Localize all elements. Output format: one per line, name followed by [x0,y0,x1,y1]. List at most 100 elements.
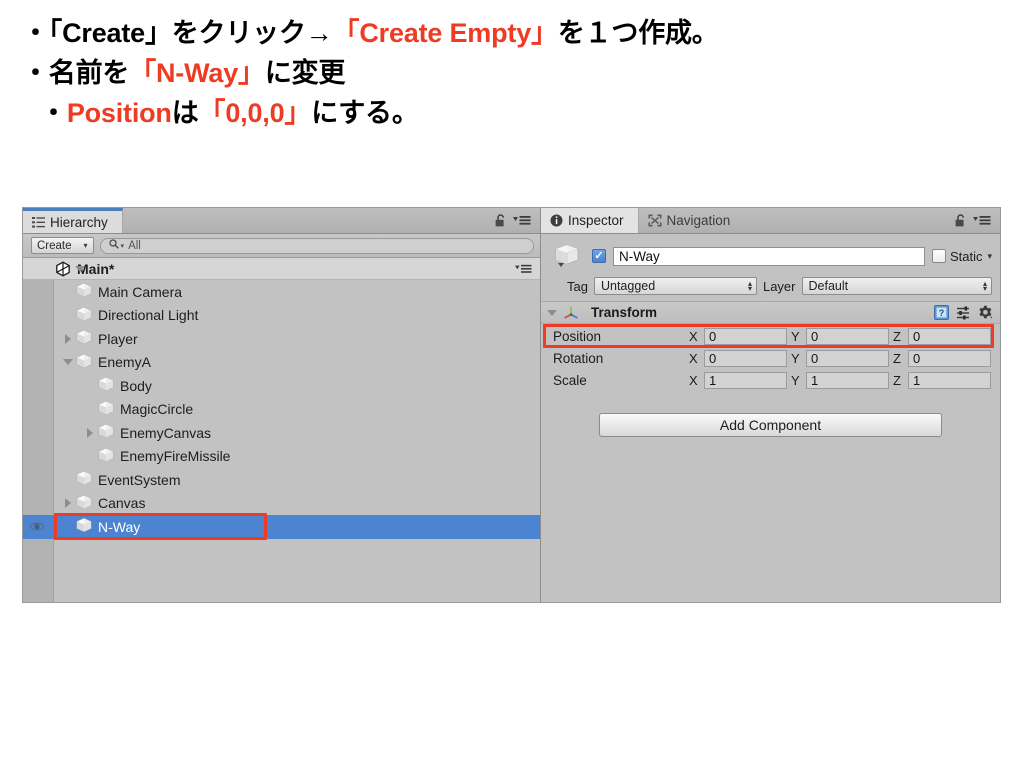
gameobject-cube-icon [549,241,585,271]
static-label: Static [949,248,983,264]
scene-row-main[interactable]: Main* [23,258,540,280]
hierarchy-item-label: Main Camera [98,283,183,300]
gameobject-cube-icon [75,470,93,489]
panel-menu-icon[interactable] [513,215,531,226]
value: 0 [811,350,819,366]
add-component-label: Add Component [719,417,822,433]
line3-seg5: にする。 [311,97,419,128]
hierarchy-item-directional-light[interactable]: Directional Light [23,304,540,328]
instruction-line-1: ・「Create」をクリック→「Create Empty」を１つ作成。 [18,14,1024,54]
line1-seg1: ・「Create」をクリック→ [22,18,333,48]
panel-menu-icon[interactable] [973,215,991,226]
hierarchy-item-enemycanvas[interactable]: EnemyCanvas [23,421,540,445]
gameobject-enabled-checkbox[interactable]: ✓ [592,249,606,263]
info-icon [550,214,563,227]
property-label: Rotation [553,350,604,366]
transform-component-header[interactable]: Transform ? [541,302,1000,324]
visibility-eye-icon[interactable] [29,515,45,539]
tab-inspector[interactable]: Inspector [541,208,639,233]
search-filter-caret-icon[interactable]: ▾ [121,242,125,250]
axis-label-y: Y [791,372,800,388]
hierarchy-item-n-way[interactable]: N-Way [23,515,540,539]
hierarchy-item-label: EnemyA [98,354,151,371]
expand-twisty-icon[interactable] [61,333,75,344]
hierarchy-item-eventsystem[interactable]: EventSystem [23,468,540,492]
inspector-tabbar: Inspector Navigation [541,208,1000,234]
value: 0 [811,328,819,344]
hierarchy-item-enemyfiremissile[interactable]: EnemyFireMissile [23,445,540,469]
position-z-input[interactable]: 0 [908,327,991,345]
static-dropdown-caret-icon[interactable]: ▾ [987,251,992,262]
hierarchy-item-label: EnemyCanvas [120,424,212,441]
value: 0 [709,328,717,344]
hierarchy-item-canvas[interactable]: Canvas [23,492,540,516]
rotation-y-input[interactable]: 0 [806,349,889,367]
help-book-icon[interactable]: ? [934,305,949,320]
scale-z-input[interactable]: 1 [908,371,991,389]
hierarchy-item-main-camera[interactable]: Main Camera [23,280,540,304]
layer-dropdown[interactable]: Default ▴ ▾ [801,277,992,295]
line1-seg3: を１つ作成。 [557,18,719,48]
object-name-row: ✓ N-Way Static ▾ [549,241,992,271]
checkmark-icon: ✓ [594,249,604,262]
hierarchy-search-value: All [128,239,141,252]
hierarchy-item-magiccircle[interactable]: MagicCircle [23,398,540,422]
tab-navigation[interactable]: Navigation [639,208,745,233]
tag-value: Untagged [600,279,656,293]
axis-label-x: X [689,328,698,344]
hierarchy-item-body[interactable]: Body [23,374,540,398]
line3-seg3: は [171,97,199,128]
transform-expand-twisty-icon[interactable] [547,309,557,316]
hierarchy-search-input[interactable]: ▾ All [99,237,534,254]
position-y-input[interactable]: 0 [806,327,889,345]
inspector-tab-actions [955,208,1000,233]
collapse-twisty-icon[interactable] [61,359,75,366]
axis-label-x: X [689,372,698,388]
scale-y-input[interactable]: 1 [806,371,889,389]
hierarchy-item-label: N-Way [98,518,141,535]
line2-seg2-highlight: 「N-Way」 [129,57,265,88]
scene-menu-icon[interactable] [515,264,532,274]
lock-icon[interactable] [495,214,506,227]
stepper-arrows-icon: ▴ ▾ [747,279,752,293]
hierarchy-item-label: MagicCircle [120,401,194,418]
hierarchy-item-label: EventSystem [98,471,181,488]
static-checkbox[interactable] [931,249,946,263]
gameobject-cube-icon [75,494,93,513]
value: 0 [709,350,717,366]
rotation-z-input[interactable]: 0 [908,349,991,367]
hierarchy-item-player[interactable]: Player [23,327,540,351]
tag-label: Tag [567,278,588,294]
hierarchy-item-label: Canvas [98,495,146,512]
preset-sliders-icon[interactable] [956,306,971,320]
hierarchy-panel: Hierarchy Create ▾ ▾ All Main* Main Came… [23,208,541,602]
stepper-arrows-icon: ▴ ▾ [982,279,987,293]
position-x-input[interactable]: 0 [704,327,787,345]
hierarchy-list-icon [32,216,45,228]
rotation-x-input[interactable]: 0 [704,349,787,367]
scale-x-input[interactable]: 1 [704,371,787,389]
expand-twisty-icon[interactable] [83,427,97,438]
gameobject-cube-icon [75,306,93,325]
hierarchy-tabbar: Hierarchy [23,208,540,234]
tag-dropdown[interactable]: Untagged ▴ ▾ [593,277,757,295]
static-toggle-group: Static ▾ [931,248,992,264]
gear-icon[interactable] [978,305,993,320]
create-button[interactable]: Create ▾ [31,237,94,254]
gameobject-name-input[interactable]: N-Way [613,246,925,266]
property-label: Position [553,328,602,344]
add-component-button[interactable]: Add Component [599,413,942,437]
hierarchy-item-enemya[interactable]: EnemyA [23,351,540,375]
scene-expand-twisty-icon[interactable] [75,265,85,272]
tab-hierarchy-label: Hierarchy [50,214,108,230]
tab-hierarchy[interactable]: Hierarchy [23,208,123,233]
expand-twisty-icon[interactable] [61,498,75,509]
transform-row-rotation: Rotation X 0 Y 0 Z 0 [541,347,1000,369]
transform-row-scale: Scale X 1 Y 1 Z 1 [541,369,1000,391]
lock-icon[interactable] [955,214,966,227]
axis-label-y: Y [791,328,800,344]
axis-label-z: Z [893,328,901,344]
transform-axis-icon [563,305,579,320]
line2-seg1: ・名前を [22,57,130,88]
hierarchy-item-label: Directional Light [98,307,199,324]
